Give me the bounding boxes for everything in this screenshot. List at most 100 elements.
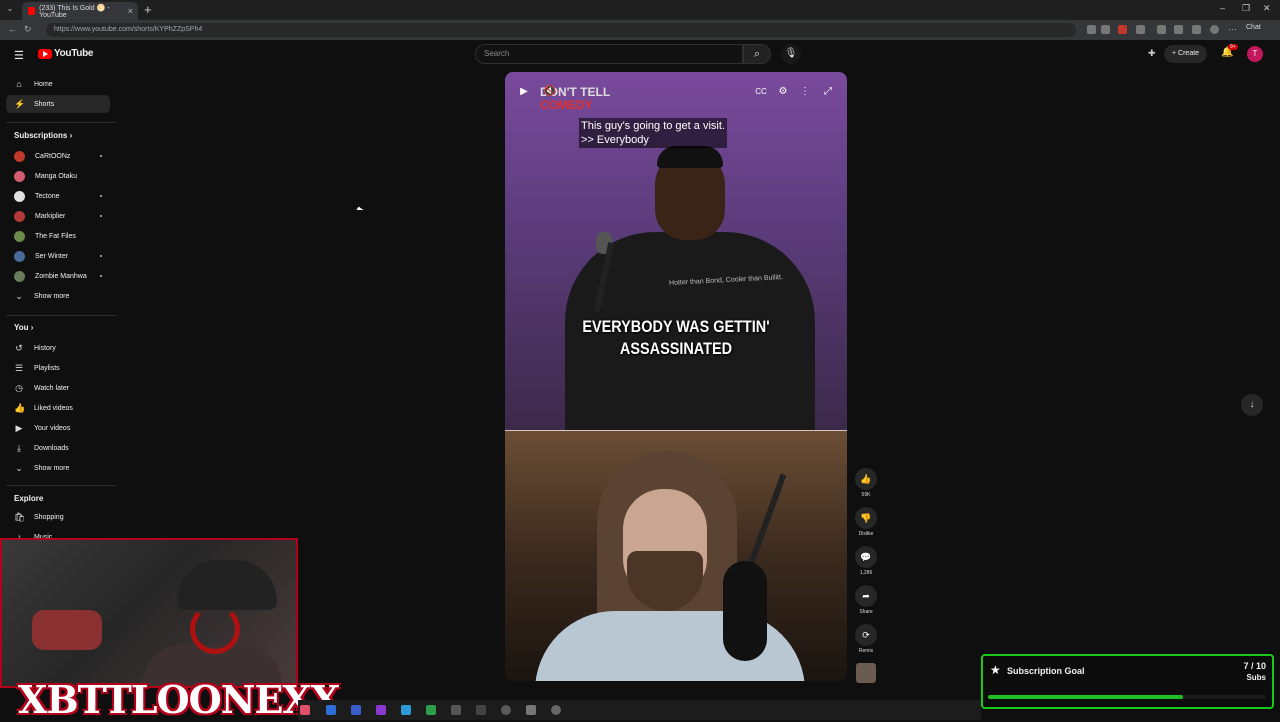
star-icon: ★ <box>990 663 1001 677</box>
menu-hamburger-icon[interactable]: ☰ <box>14 49 24 62</box>
mouse-cursor-icon <box>356 206 364 214</box>
sidebar-item-liked-videos[interactable]: 👍 Liked videos <box>6 399 110 417</box>
performer-hair <box>657 146 723 168</box>
sidebar-item-history[interactable]: ↺ History <box>6 339 110 357</box>
url-field[interactable]: https://www.youtube.com/shorts/KYPhZZpSP… <box>46 23 1076 37</box>
dislike-button[interactable]: 👎 Dislike <box>855 507 877 537</box>
taskbar-app-icon[interactable] <box>476 705 486 715</box>
chevron-down-icon: ⌄ <box>15 290 23 301</box>
extension-icon[interactable] <box>1118 25 1127 34</box>
create-button[interactable]: + Create <box>1164 45 1208 63</box>
sidebar-item-label: Zombie Manhwa <box>35 272 87 280</box>
sidebar-item-label: The Fat Files <box>35 232 76 240</box>
settings-gear-icon[interactable]: ⚙ <box>774 83 792 101</box>
more-options-icon[interactable]: ⋮ <box>796 83 814 101</box>
streamer-name-overlay: XBTTLOONEXX <box>18 677 340 722</box>
profile-icon[interactable] <box>1210 25 1219 34</box>
taskbar-app-icon[interactable] <box>376 705 386 715</box>
sidebar-item-label: Home <box>34 80 53 88</box>
taskbar-app-icon[interactable] <box>300 705 310 715</box>
minimize-icon[interactable]: – <box>1220 3 1225 13</box>
youtube-play-icon <box>38 48 52 59</box>
voice-search-button[interactable]: 🎙 <box>781 44 801 64</box>
chevron-right-icon: › <box>30 323 34 332</box>
youtube-header: ☰ YouTube Search ⌕ 🎙 ✚ + Create 🔔 9+ T <box>0 40 1280 68</box>
browser-tab[interactable]: (233) This Is Gold 🌕 - YouTube × <box>22 2 138 20</box>
extension-icon[interactable] <box>1136 25 1145 34</box>
youtube-logo[interactable]: YouTube <box>38 48 94 59</box>
sidebar-item-downloads[interactable]: ⤓ Downloads <box>6 439 110 457</box>
dislike-label: Dislike <box>858 531 874 537</box>
taskbar-app-icon[interactable] <box>326 705 336 715</box>
sidebar-item-label: History <box>34 344 56 352</box>
comments-button[interactable]: 💬 1,286 <box>855 546 877 576</box>
fullscreen-icon[interactable]: ⤢ <box>819 83 837 101</box>
sidebar-item-subscription[interactable]: The Fat Files <box>6 227 110 245</box>
chat-button[interactable]: Chat <box>1246 24 1261 31</box>
extension-icon[interactable] <box>1087 25 1096 34</box>
youtube-favicon-icon <box>28 7 36 15</box>
close-window-icon[interactable]: ✕ <box>1263 3 1271 14</box>
sidebar-item-label: Downloads <box>34 444 69 452</box>
sidebar-item-subscription[interactable]: Tectone <box>6 187 110 205</box>
tab-search-icon[interactable]: ⌄ <box>4 4 16 16</box>
sidebar-item-subscription[interactable]: Manga Otaku <box>6 167 110 185</box>
reload-icon[interactable]: ↻ <box>24 24 32 35</box>
sidebar-item-shorts[interactable]: ⚡ Shorts <box>6 95 110 113</box>
sound-thumbnail[interactable] <box>856 663 876 683</box>
like-button[interactable]: 👍 59K <box>855 468 877 498</box>
shopping-icon: 🛍 <box>14 511 26 522</box>
shorts-player[interactable]: Hotter than Bond, Cooler than Bullitt. D… <box>505 72 847 681</box>
tab-close-icon[interactable]: × <box>128 6 133 16</box>
sidebar-item-label: Your videos <box>34 424 71 432</box>
subscriptions-heading[interactable]: Subscriptions › <box>14 131 72 140</box>
sidebar-item-subscription[interactable]: Zombie Manhwa <box>6 267 110 285</box>
you-show-more[interactable]: ⌄ Show more <box>6 459 110 477</box>
search-button[interactable]: ⌕ <box>743 44 771 64</box>
favorites-icon[interactable] <box>1174 25 1183 34</box>
more-menu-icon[interactable]: ⋯ <box>1228 24 1237 35</box>
taskbar-app-icon[interactable] <box>426 705 436 715</box>
you-heading[interactable]: You › <box>14 323 33 332</box>
sidebar-item-subscription[interactable]: Ser Winter <box>6 247 110 265</box>
taskbar-app-icon[interactable] <box>526 705 536 715</box>
sidebar-item-shopping[interactable]: 🛍 Shopping <box>6 508 110 526</box>
new-tab-button[interactable]: + <box>144 2 152 17</box>
remix-button[interactable]: ⟳ Remix <box>855 624 877 654</box>
play-icon[interactable]: ▶ <box>515 83 533 101</box>
back-icon[interactable]: ← <box>8 24 17 34</box>
search-input[interactable]: Search <box>475 44 743 64</box>
streamer-reaction-video <box>505 431 847 681</box>
taskbar-app-icon[interactable] <box>351 705 361 715</box>
chevron-down-icon: ⌄ <box>15 462 23 473</box>
next-short-button[interactable]: ↓ <box>1241 394 1263 416</box>
share-button[interactable]: ➦ Share <box>855 585 877 615</box>
history-browser-icon[interactable] <box>1192 25 1201 34</box>
upload-icon[interactable]: ✚ <box>1148 48 1156 59</box>
extension-icon[interactable] <box>1157 25 1166 34</box>
sidebar-item-subscription[interactable]: CaRtOONz <box>6 147 110 165</box>
taskbar-app-icon[interactable] <box>501 705 511 715</box>
closed-captions: This guy's going to get a visit. >> Ever… <box>579 118 727 148</box>
sidebar-item-subscription[interactable]: Markiplier <box>6 207 110 225</box>
captions-icon[interactable]: CC <box>752 83 770 101</box>
mute-icon[interactable]: 🔇 <box>541 83 559 101</box>
bookmark-star-icon[interactable] <box>1101 25 1110 34</box>
sidebar-item-your-videos[interactable]: ▶ Your videos <box>6 419 110 437</box>
sidebar-item-watch-later[interactable]: ◷ Watch later <box>6 379 110 397</box>
address-bar-row: ← ↻ https://www.youtube.com/shorts/KYPhZ… <box>0 20 1280 40</box>
subscriptions-show-more[interactable]: ⌄ Show more <box>6 287 110 305</box>
settings-gear-icon[interactable] <box>551 705 561 715</box>
sidebar-item-home[interactable]: ⌂ Home <box>6 75 110 93</box>
logo-text: YouTube <box>54 48 94 59</box>
account-avatar[interactable]: T <box>1247 46 1263 62</box>
sidebar-item-label: Shorts <box>34 100 55 108</box>
search-icon: ⌕ <box>753 48 761 60</box>
divider <box>6 485 116 486</box>
sidebar-item-playlists[interactable]: ☰ Playlists <box>6 359 110 377</box>
taskbar-app-icon[interactable] <box>451 705 461 715</box>
restore-icon[interactable]: ❐ <box>1242 3 1250 14</box>
home-icon: ⌂ <box>16 79 22 89</box>
taskbar-app-icon[interactable] <box>401 705 411 715</box>
new-content-dot <box>100 215 102 217</box>
